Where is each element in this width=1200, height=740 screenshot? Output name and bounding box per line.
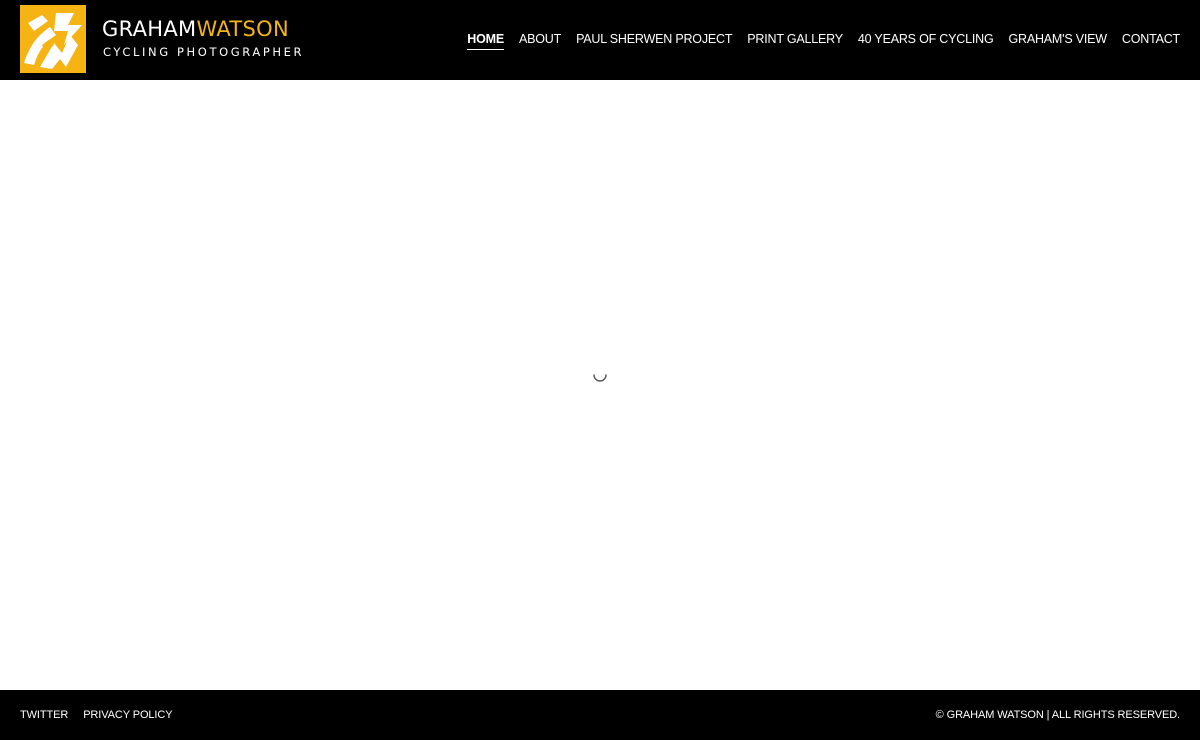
site-footer: TWITTER PRIVACY POLICY © GRAHAM WATSON |…: [0, 690, 1200, 740]
nav-item-about[interactable]: ABOUT: [519, 31, 561, 49]
footer-link-twitter[interactable]: TWITTER: [20, 708, 68, 722]
gw-monogram-logo-icon: [20, 5, 86, 73]
nav-item-print-gallery[interactable]: PRINT GALLERY: [747, 31, 843, 49]
site-header: GRAHAMWATSON CYCLING PHOTOGRAPHER HOME A…: [0, 0, 1200, 80]
brand-name: GRAHAMWATSON: [102, 17, 289, 41]
footer-link-privacy-policy[interactable]: PRIVACY POLICY: [83, 708, 172, 722]
page: GRAHAMWATSON CYCLING PHOTOGRAPHER HOME A…: [0, 0, 1200, 740]
brand-tagline: CYCLING PHOTOGRAPHER: [103, 45, 305, 59]
main-nav: HOME ABOUT PAUL SHERWEN PROJECT PRINT GA…: [467, 31, 1180, 51]
nav-item-paul-sherwen-project[interactable]: PAUL SHERWEN PROJECT: [576, 31, 732, 49]
loading-spinner-icon: [591, 365, 609, 383]
copyright-text: © GRAHAM WATSON | ALL RIGHTS RESERVED.: [935, 709, 1180, 721]
brand-name-last: WATSON: [196, 17, 290, 41]
brand-name-first: GRAHAM: [102, 17, 197, 41]
home-logo-link[interactable]: GRAHAMWATSON CYCLING PHOTOGRAPHER: [20, 5, 301, 73]
nav-item-40-years-of-cycling[interactable]: 40 YEARS OF CYCLING: [858, 31, 994, 49]
footer-links: TWITTER PRIVACY POLICY: [20, 708, 173, 722]
main-content: [0, 80, 1200, 690]
nav-item-grahams-view[interactable]: GRAHAM'S VIEW: [1008, 31, 1107, 49]
nav-item-home[interactable]: HOME: [467, 31, 504, 50]
nav-item-contact[interactable]: CONTACT: [1122, 31, 1180, 49]
